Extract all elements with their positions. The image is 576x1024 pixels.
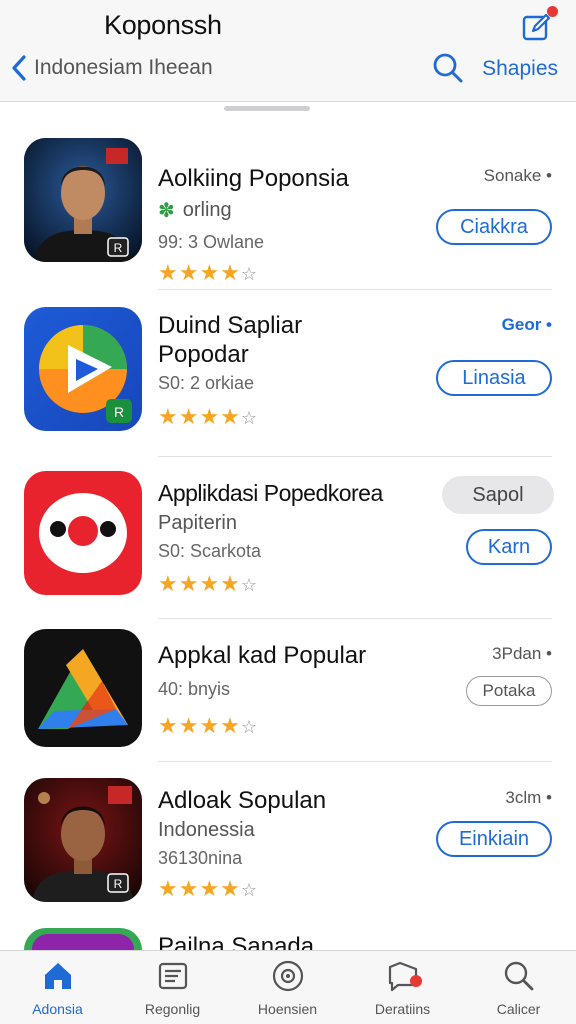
drag-handle[interactable] [224,106,310,111]
tab-label: Adonsia [32,1001,83,1017]
status-label: Geor • [501,315,552,334]
page-title: Koponssh [104,10,222,40]
star-rating: ★★★★☆ [158,404,259,429]
app-subtitle-text: orling [182,199,232,221]
row-divider [158,456,552,457]
notification-dot [547,6,558,17]
tab-search[interactable]: Calicer [461,959,576,1021]
chevron-left-icon [12,55,26,81]
app-title: Appkal kad Popular [158,642,367,669]
star-rating: ★★★★☆ [158,571,259,596]
chat-icon [386,959,422,993]
tab-label: Regonlig [144,1001,201,1017]
disc-icon [271,959,305,993]
red-face-icon [24,471,142,595]
status-label: Sonake • [483,166,552,185]
tab-chat[interactable]: Deratiins [345,959,460,1021]
app-meta: 99: 3 Owlane [158,232,265,252]
app-title: Applikdasi Popedkorea [158,480,383,506]
app-meta: 40: bnyis [158,679,231,699]
search-icon [502,959,536,993]
star-rating: ★★★★☆ [158,876,259,901]
tab-bar: Adonsia Regonlig Hoensien Deratiins Cali… [0,950,576,1024]
app-title: Duind Sapliar [158,312,303,339]
list-icon [156,959,190,993]
tab-home[interactable]: Adonsia [0,959,115,1021]
svg-text:R: R [114,241,123,255]
app-subtitle: ✽ orling [158,198,232,223]
status-label: 3clm • [505,788,552,807]
app-meta: 36130nina [158,848,243,868]
back-label: Indonesiam Iheean [34,56,213,79]
play-arrow-icon: R [24,307,142,431]
app-meta: S0: Scarkota [158,541,262,561]
app-meta: S0: 2 orkiae [158,373,255,393]
star-rating: ★★★★☆ [158,260,259,285]
app-subtitle: Indonessia [158,819,255,841]
compose-icon[interactable] [522,6,558,42]
row-divider [158,618,552,619]
row-divider [158,289,552,290]
tab-label: Calicer [496,1001,541,1017]
share-button[interactable]: Shapies [482,57,558,81]
notification-badge [409,975,422,987]
back-button[interactable]: Indonesiam Iheean [10,54,213,82]
get-button[interactable]: Karn [466,529,552,565]
tab-label: Hoensien [257,1001,318,1017]
home-icon [41,959,75,993]
get-button[interactable]: Linasia [436,360,552,396]
leaf-icon: ✽ [158,200,175,222]
get-button[interactable]: Einkiain [436,821,552,857]
portrait-man-icon: R [24,778,142,902]
status-label: 3Pdan • [492,644,552,663]
tab-disc[interactable]: Hoensien [230,959,345,1021]
tab-label: Deratiins [374,1001,431,1017]
tab-list[interactable]: Regonlig [115,959,230,1021]
row-divider [158,761,552,762]
get-button[interactable]: Potaka [466,676,552,706]
svg-text:R: R [114,404,124,420]
triangle-drive-icon [24,629,142,747]
star-rating: ★★★★☆ [158,713,259,738]
search-icon[interactable] [432,52,464,84]
app-title: Adloak Sopulan [158,787,327,814]
open-button[interactable]: Sapol [442,476,554,514]
svg-text:R: R [114,877,123,891]
app-title-line2: Popodar [158,341,249,368]
app-subtitle: Papiterin [158,512,237,534]
navigation-header: Koponssh Indonesiam Iheean Shapies [0,0,576,102]
app-title: Aolkiing Poponsia [158,165,349,192]
portrait-man-icon: R [24,138,142,262]
get-button[interactable]: Ciakkra [436,209,552,245]
